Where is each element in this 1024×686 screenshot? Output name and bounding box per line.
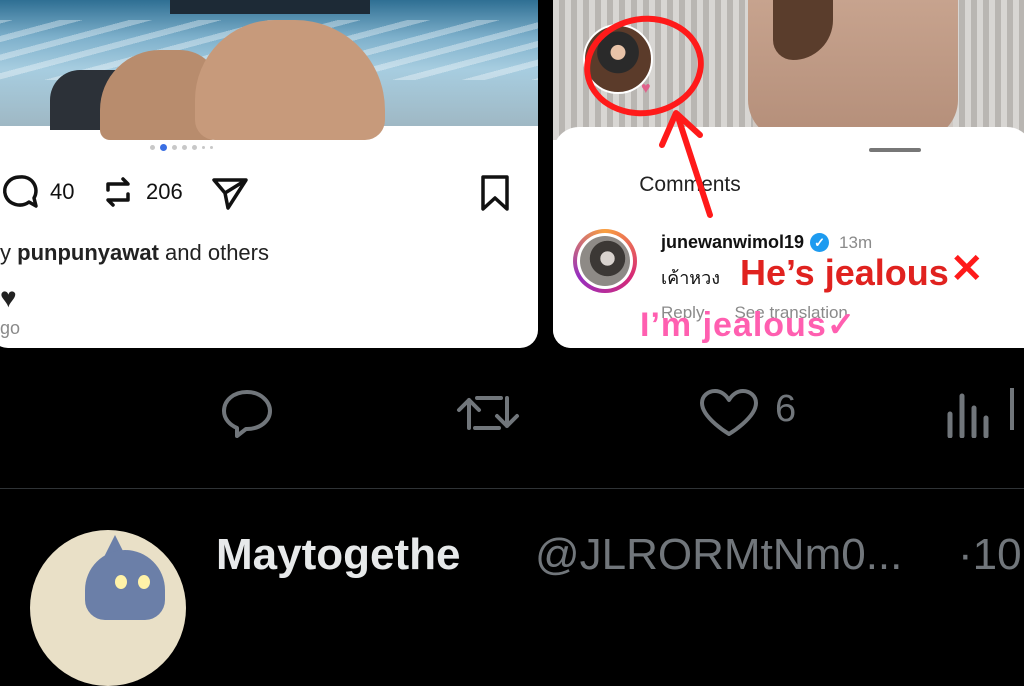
post-photo[interactable] (0, 0, 538, 140)
tweet-action-bar (0, 380, 1024, 440)
reply-icon[interactable] (218, 388, 276, 438)
post-actions: 40 206 (0, 172, 520, 216)
liked-by: y punpunyawat and others (0, 240, 269, 266)
wrong-translation-annotation: He’s jealous (740, 252, 949, 293)
repost-icon (106, 177, 130, 207)
bookmark-icon (481, 175, 509, 211)
repost-action[interactable]: 206 (100, 172, 183, 212)
correct-translation-text: I’m jealous (640, 306, 827, 344)
tweet-handle[interactable]: @JLRORMtNm0... (535, 530, 902, 580)
liked-by-user[interactable]: punpunyawat (17, 240, 159, 265)
carousel-dot (202, 146, 205, 149)
repost-count: 206 (146, 179, 183, 204)
carousel-dot (210, 146, 213, 149)
tweet-divider (0, 488, 1024, 489)
avatar-cat-eye (115, 575, 127, 589)
comment-header: junewanwimol19 ✓ 13m (661, 232, 872, 253)
sheet-handle[interactable] (869, 148, 921, 152)
retweet-icon[interactable] (455, 388, 521, 438)
photo-shirt (170, 0, 370, 14)
tweet-time[interactable]: ·10 (958, 530, 1022, 580)
like-icon[interactable] (698, 388, 760, 438)
tweet-display-name[interactable]: Maytogethe (216, 530, 460, 580)
avatar-ring-inner (577, 233, 633, 289)
comment-action[interactable]: 40 (0, 172, 74, 212)
views-icon[interactable] (944, 388, 994, 438)
verified-badge-icon: ✓ (810, 233, 830, 252)
comment-time: 13m (839, 232, 873, 252)
carousel-dot (182, 145, 187, 150)
send-icon (212, 178, 248, 210)
cross-mark-icon: ✕ (950, 247, 984, 291)
carousel-dot-active (160, 144, 167, 151)
liked-by-prefix: y (0, 240, 11, 265)
carousel-dot (150, 145, 155, 150)
comment-count: 40 (50, 179, 75, 204)
carousel-dot (192, 145, 197, 150)
correct-translation-annotation: I’m jealous✓ (640, 305, 856, 345)
avatar (580, 236, 630, 286)
red-arrow-annotation (659, 110, 713, 218)
comment-icon (3, 175, 38, 208)
photo-shirt-right (953, 0, 1024, 140)
commenter-avatar[interactable] (573, 229, 637, 293)
share-action[interactable] (210, 172, 250, 212)
carousel-dot (172, 145, 177, 150)
share-icon[interactable] (1010, 388, 1024, 430)
instagram-post-card: 40 206 y punpunyawat and others ♥ go (0, 0, 538, 348)
check-mark-icon: ✓ (826, 306, 857, 344)
comments-title: Comments (639, 173, 741, 196)
liked-by-suffix: and others (165, 240, 269, 265)
comment-username[interactable]: junewanwimol19 (661, 232, 804, 253)
post-time: go (0, 318, 21, 338)
save-button[interactable] (478, 174, 512, 217)
like-count: 6 (775, 388, 797, 430)
comment-text: เค้าหวง (661, 268, 721, 288)
avatar[interactable] (30, 530, 186, 686)
carousel-indicator (150, 144, 213, 151)
caption-heart-icon: ♥ (0, 282, 17, 313)
avatar-cat-eye (138, 575, 150, 589)
